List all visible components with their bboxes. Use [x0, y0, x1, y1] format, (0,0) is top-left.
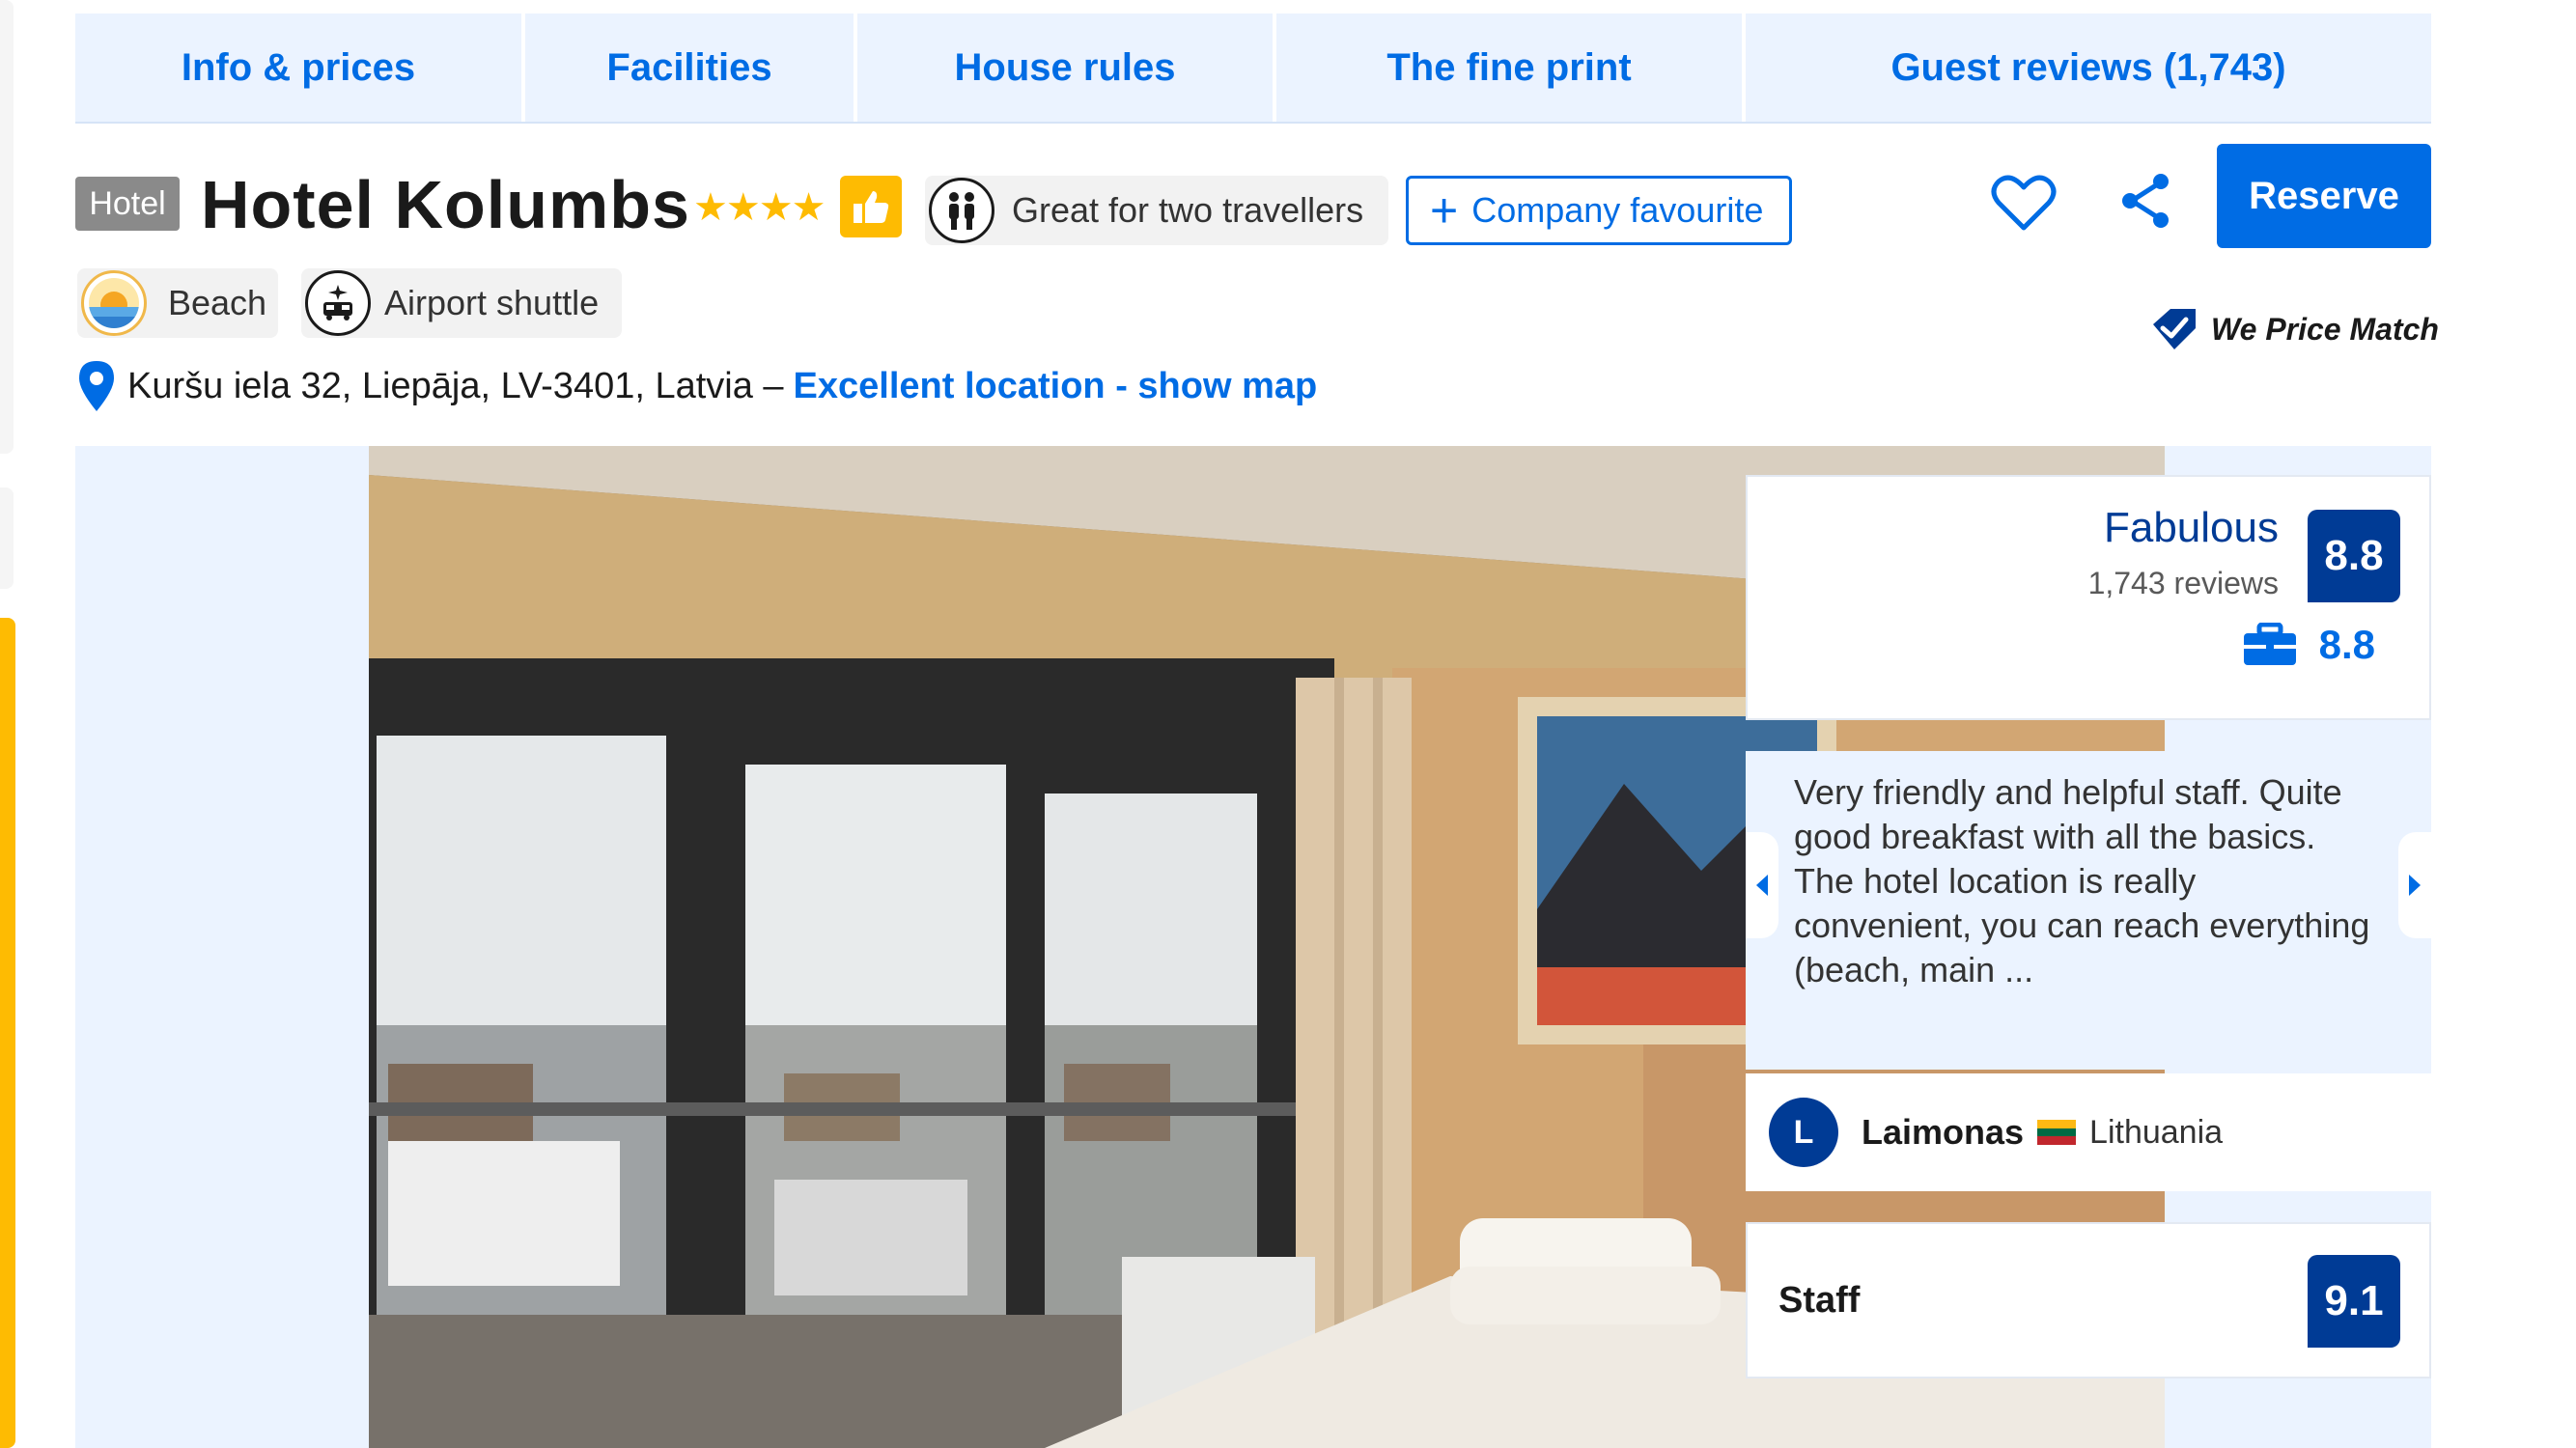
plus-icon: +	[1430, 183, 1459, 237]
reviewer-card: L Laimonas Lithuania	[1746, 1073, 2431, 1191]
star-rating: ★★★★	[693, 186, 826, 229]
reserve-button[interactable]: Reserve	[2217, 144, 2431, 248]
great-for-two-pill: Great for two travellers	[925, 176, 1388, 245]
facility-label-beach: Beach	[168, 283, 267, 322]
company-favourite-label: Company favourite	[1471, 190, 1764, 230]
review-next-button[interactable]	[2398, 832, 2431, 938]
property-type-badge: Hotel	[75, 177, 180, 231]
tab-info-prices[interactable]: Info & prices	[75, 14, 525, 122]
price-match[interactable]: We Price Match	[2149, 307, 2439, 351]
review-score-badge: 8.8	[2308, 510, 2400, 602]
property-tabs: Info & prices Facilities House rules The…	[75, 14, 2431, 124]
left-edge-strip	[0, 487, 14, 589]
facility-label-airport-shuttle: Airport shuttle	[384, 283, 600, 322]
business-score-value: 8.8	[2318, 622, 2375, 667]
tab-fine-print[interactable]: The fine print	[1276, 14, 1746, 122]
heart-icon[interactable]	[1989, 168, 2058, 237]
review-score-card[interactable]: Fabulous 1,743 reviews 8.8 8.8	[1746, 475, 2431, 720]
company-favourite-button[interactable]: + Company favourite	[1406, 176, 1792, 245]
show-map-link[interactable]: Excellent location - show map	[794, 366, 1318, 407]
tab-house-rules[interactable]: House rules	[857, 14, 1276, 122]
business-score: 8.8	[2242, 622, 2375, 668]
review-quote-card: Very friendly and helpful staff. Quite g…	[1746, 751, 2431, 1070]
left-edge-strip	[0, 0, 14, 454]
airport-shuttle-icon	[305, 270, 371, 336]
category-score-card[interactable]: Staff 9.1	[1746, 1222, 2431, 1378]
category-label: Staff	[1778, 1280, 1861, 1321]
tab-guest-reviews[interactable]: Guest reviews (1,743)	[1746, 14, 2431, 122]
reviewer-name: Laimonas	[1862, 1112, 2025, 1152]
briefcase-icon	[2243, 623, 2296, 665]
hotel-name: Hotel Kolumbs	[201, 167, 690, 242]
tab-facilities[interactable]: Facilities	[525, 14, 857, 122]
share-icon[interactable]	[2111, 166, 2180, 236]
review-quote: Very friendly and helpful staff. Quite g…	[1794, 772, 2370, 989]
beach-icon	[81, 270, 147, 336]
rating-word: Fabulous	[2103, 504, 2279, 551]
price-match-shield-icon	[2153, 309, 2196, 349]
facility-pill-beach: Beach	[77, 268, 278, 338]
facility-pill-airport-shuttle: Airport shuttle	[301, 268, 622, 338]
left-edge-yellow-strip	[0, 618, 15, 1448]
chevron-left-icon	[1756, 875, 1768, 896]
address-row: Kuršu iela 32, Liepāja, LV-3401, Latvia …	[77, 359, 1317, 413]
category-score-badge: 9.1	[2308, 1255, 2400, 1348]
reviewer-country: Lithuania	[2089, 1113, 2224, 1151]
two-travellers-icon	[929, 178, 994, 243]
chevron-right-icon	[2409, 875, 2421, 896]
thumbs-up-icon[interactable]	[840, 176, 902, 237]
avatar: L	[1769, 1098, 1838, 1167]
review-prev-button[interactable]	[1746, 832, 1778, 938]
lithuania-flag-icon	[2037, 1120, 2077, 1145]
great-for-two-label: Great for two travellers	[1012, 190, 1364, 230]
review-count: 1,743 reviews	[2087, 566, 2279, 600]
price-match-label: We Price Match	[2211, 311, 2439, 347]
map-pin-icon	[79, 361, 114, 411]
address-text: Kuršu iela 32, Liepāja, LV-3401, Latvia …	[127, 365, 784, 406]
